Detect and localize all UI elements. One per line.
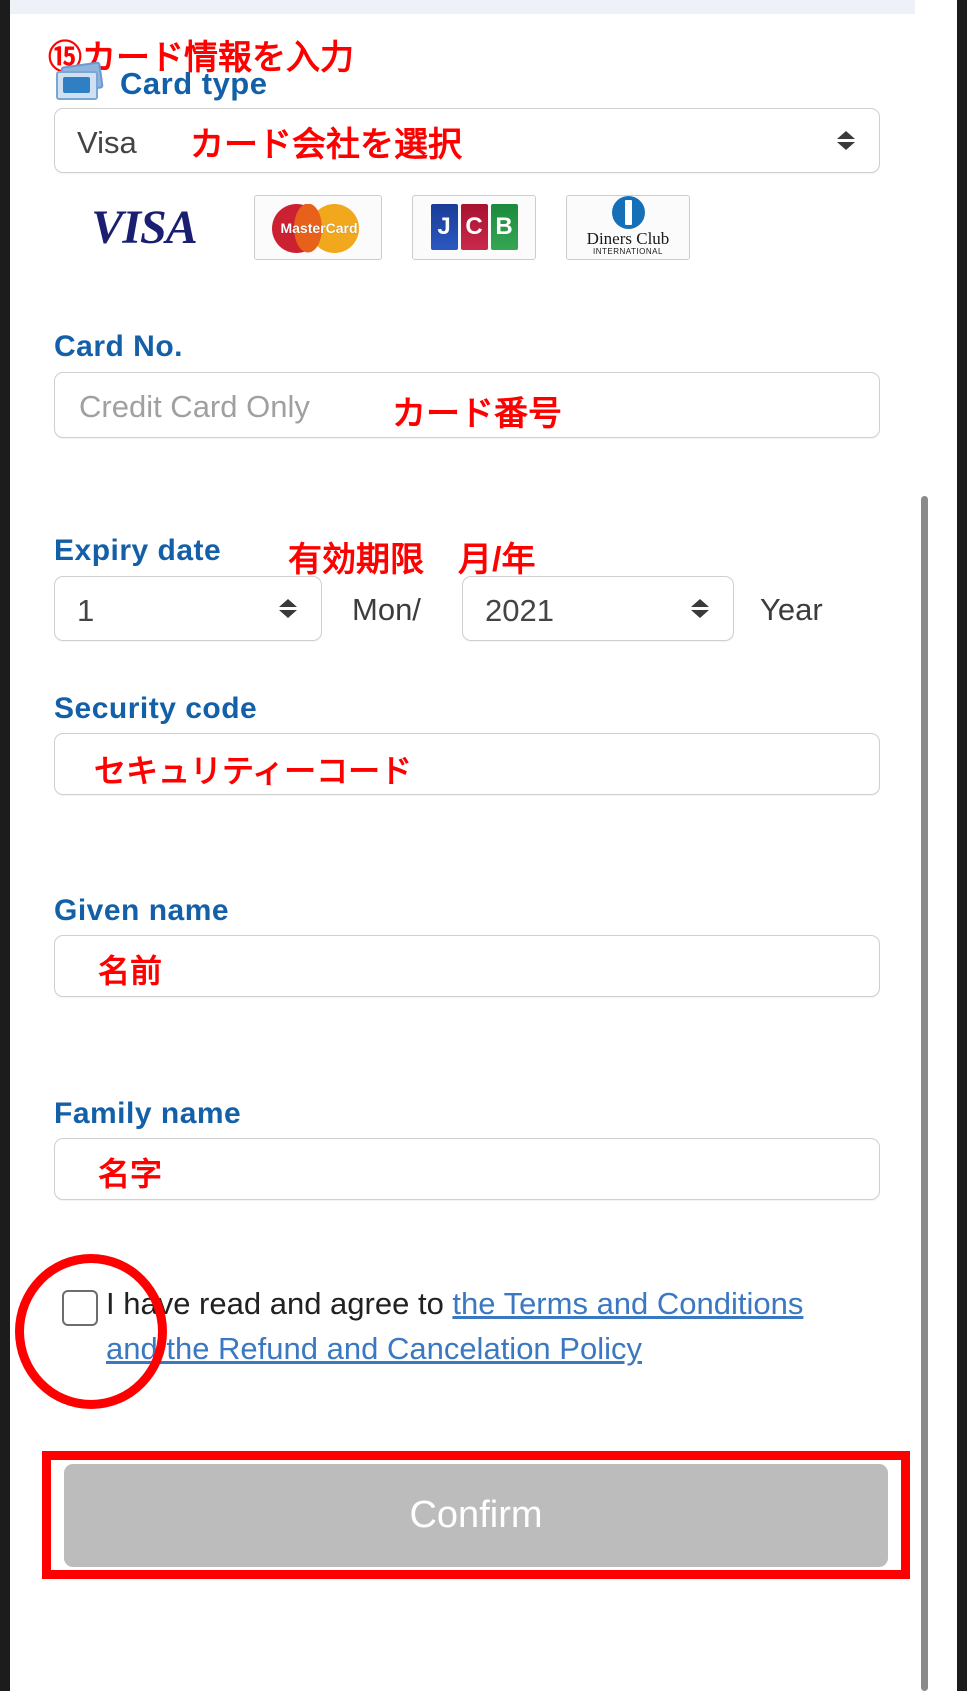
terms-checkbox[interactable] [62, 1290, 98, 1326]
card-type-label-row: Card type [54, 61, 268, 102]
security-code-label: Security code [54, 692, 258, 725]
confirm-button[interactable]: Confirm [64, 1464, 888, 1567]
chevron-updown-icon [689, 594, 711, 624]
terms-prefix: I have read and agree to [106, 1286, 453, 1321]
card-stack-icon [54, 61, 106, 102]
expiry-year-suffix: Year [760, 592, 823, 627]
chevron-updown-icon [277, 594, 299, 624]
card-no-placeholder: Credit Card Only [79, 389, 310, 424]
browser-top-strip [10, 0, 957, 14]
card-type-label: Card type [120, 65, 268, 101]
expiry-month-value: 1 [77, 593, 95, 628]
given-name-annotation: 名前 [98, 953, 163, 989]
jcb-logo: JCB [412, 194, 536, 260]
expiry-date-label: Expiry date [54, 534, 222, 567]
page-scrollbar-thumb[interactable] [921, 496, 928, 1691]
visa-logo: VISA [91, 200, 197, 254]
checkout-form: ⑮カード情報を入力 Card type Visa カード会社を選択 VISA M… [15, 14, 915, 1691]
family-name-input[interactable] [54, 1138, 880, 1200]
expiry-month-select[interactable]: 1 [54, 576, 322, 641]
card-company-annotation: カード会社を選択 [190, 126, 462, 164]
terms-text: I have read and agree to the Terms and C… [106, 1282, 806, 1372]
expiry-month-suffix: Mon/ [352, 592, 421, 627]
expiry-annotation: 有効期限 月/年 [288, 541, 536, 579]
accepted-cards-row: VISA MasterCard JCB Diners Club INTERNAT… [64, 188, 894, 266]
card-number-annotation: カード番号 [392, 395, 562, 433]
given-name-input[interactable] [54, 935, 880, 997]
expiry-year-select[interactable]: 2021 [462, 576, 734, 641]
family-name-label: Family name [54, 1097, 242, 1130]
mastercard-logo: MasterCard [254, 194, 382, 260]
card-type-select[interactable]: Visa [54, 108, 880, 173]
page-viewport: ⑮カード情報を入力 Card type Visa カード会社を選択 VISA M… [10, 0, 957, 1691]
card-type-selected-value: Visa [77, 125, 137, 160]
security-code-annotation: セキュリティーコード [94, 753, 413, 789]
card-no-label: Card No. [54, 330, 184, 363]
family-name-annotation: 名字 [98, 1156, 163, 1192]
given-name-label: Given name [54, 894, 230, 927]
chevron-updown-icon [835, 126, 857, 156]
diners-club-logo: Diners Club INTERNATIONAL [566, 194, 690, 260]
expiry-year-value: 2021 [485, 593, 554, 628]
device-frame: ⑮カード情報を入力 Card type Visa カード会社を選択 VISA M… [0, 0, 967, 1691]
